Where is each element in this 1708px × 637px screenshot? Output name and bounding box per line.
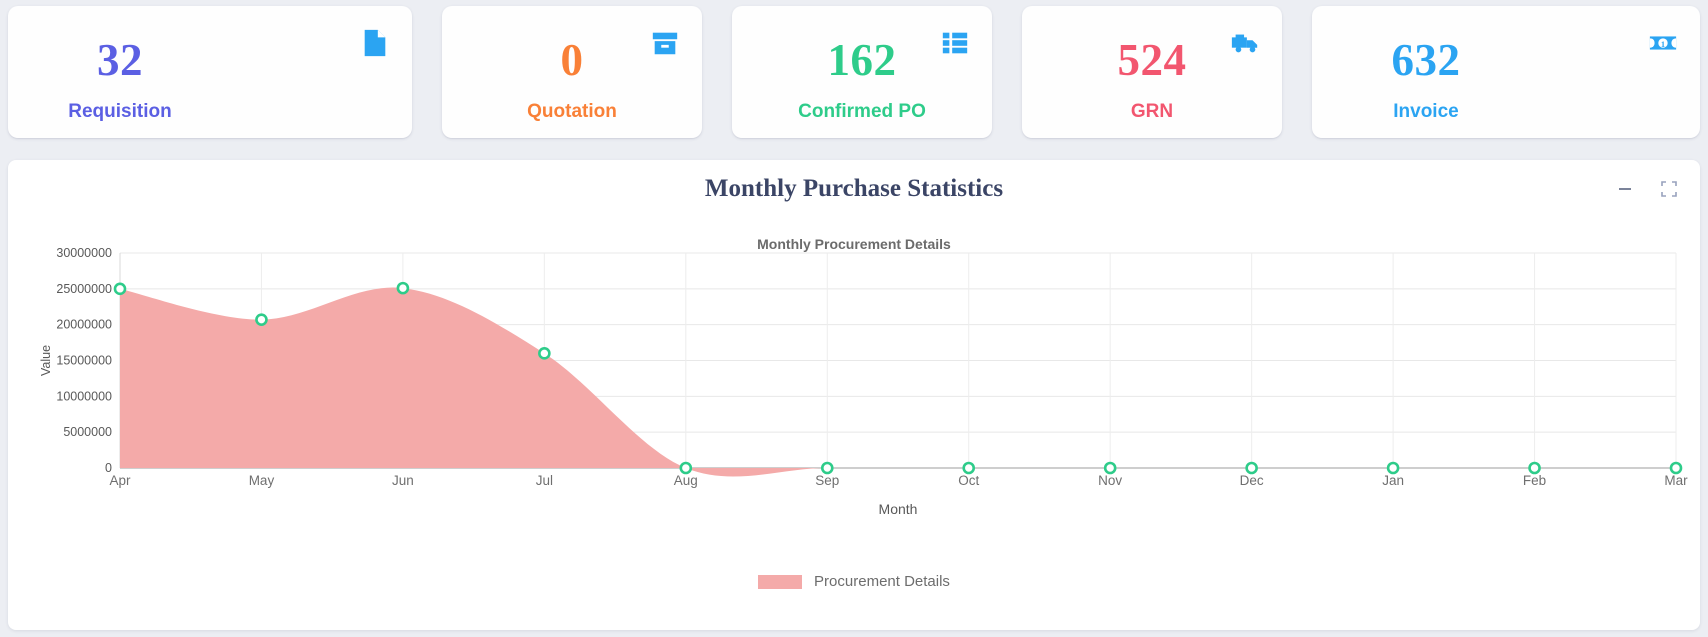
svg-text:Nov: Nov (1098, 473, 1122, 488)
svg-text:15000000: 15000000 (56, 354, 112, 368)
expand-icon[interactable] (1660, 180, 1678, 198)
kpi-card-row: 32 Requisition 0 Quotation 162 Confirmed… (0, 0, 1708, 148)
archive-box-icon (650, 28, 680, 58)
chart-legend: Procurement Details (8, 573, 1700, 590)
kpi-label: Invoice (1393, 101, 1459, 122)
kpi-card-confirmed-po[interactable]: 162 Confirmed PO (732, 6, 992, 138)
minimize-icon[interactable] (1616, 180, 1634, 198)
svg-text:Feb: Feb (1523, 473, 1546, 488)
kpi-value: 0 (560, 35, 584, 85)
svg-text:Value: Value (39, 345, 53, 376)
svg-text:10000000: 10000000 (56, 389, 112, 403)
svg-text:25000000: 25000000 (56, 282, 112, 296)
kpi-value: 32 (97, 35, 143, 85)
kpi-card-requisition[interactable]: 32 Requisition (8, 6, 412, 138)
svg-text:1: 1 (1661, 39, 1665, 49)
legend-label: Procurement Details (814, 573, 950, 590)
banknote-icon: 1 (1648, 28, 1678, 58)
monthly-purchase-statistics-panel: Monthly Purchase Statistics Monthly Proc… (8, 160, 1700, 630)
document-icon (360, 28, 390, 58)
kpi-card-invoice[interactable]: 1 632 Invoice (1312, 6, 1700, 138)
panel-header: Monthly Purchase Statistics (8, 160, 1700, 218)
panel-toolbar (1616, 160, 1678, 218)
svg-text:Sep: Sep (815, 473, 839, 488)
svg-text:Apr: Apr (109, 473, 131, 488)
svg-text:Mar: Mar (1664, 473, 1688, 488)
kpi-value: 632 (1391, 35, 1461, 85)
legend-swatch-procurement-details (758, 574, 803, 589)
chart-title: Monthly Procurement Details (757, 236, 951, 252)
svg-text:5000000: 5000000 (63, 425, 112, 439)
svg-text:Dec: Dec (1240, 473, 1264, 488)
svg-text:Month: Month (879, 501, 918, 517)
svg-text:May: May (249, 473, 275, 488)
svg-text:Jun: Jun (392, 473, 414, 488)
kpi-label: Quotation (527, 101, 617, 122)
kpi-value: 162 (827, 35, 897, 85)
kpi-label: Requisition (68, 101, 172, 122)
svg-text:20000000: 20000000 (56, 318, 112, 332)
kpi-label: Confirmed PO (798, 101, 926, 122)
kpi-card-quotation[interactable]: 0 Quotation (442, 6, 702, 138)
chart-container: Monthly Procurement Details 0 5000000 1000… (8, 218, 1700, 618)
list-icon (940, 28, 970, 58)
svg-text:Oct: Oct (958, 473, 979, 488)
page-title: Monthly Purchase Statistics (704, 175, 1004, 202)
svg-text:Aug: Aug (674, 473, 698, 488)
procurement-area-chart[interactable]: 0500000010000000150000002000000025000000… (8, 218, 1700, 618)
svg-text:Jul: Jul (536, 473, 553, 488)
svg-text:Jan: Jan (1382, 473, 1404, 488)
